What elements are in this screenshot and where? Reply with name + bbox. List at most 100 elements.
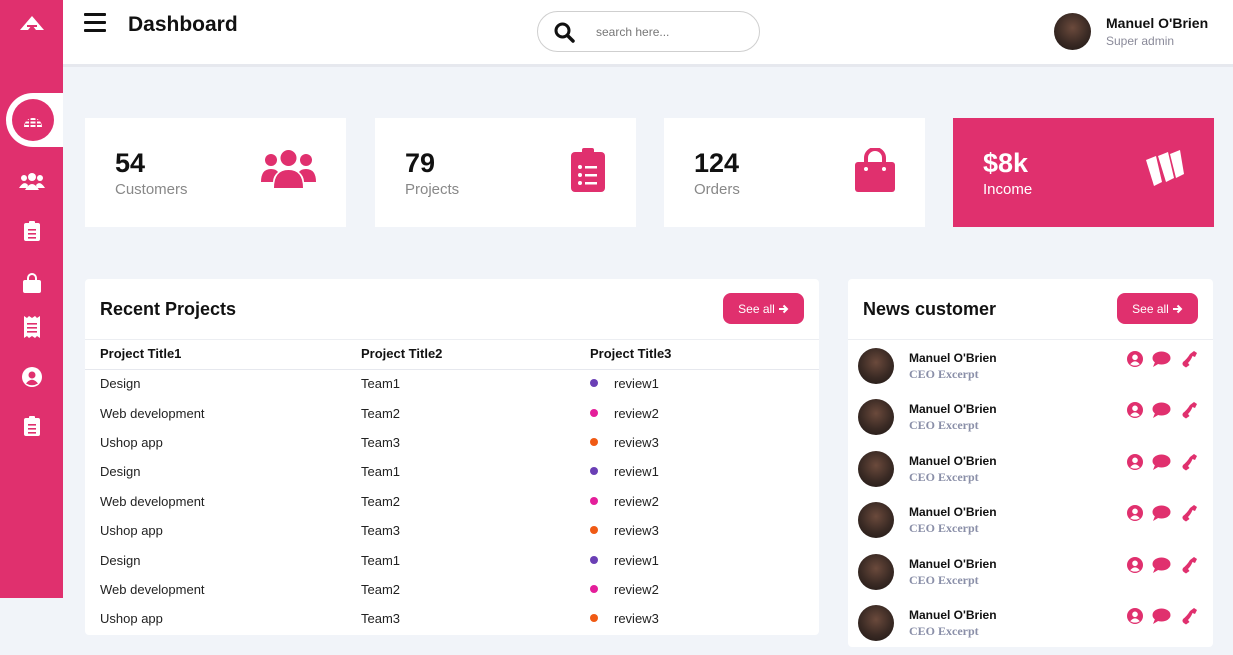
customer-name: Manuel O'Brien bbox=[909, 453, 997, 468]
table-row[interactable]: Web development Team2 review2 bbox=[85, 398, 819, 427]
phone-icon[interactable] bbox=[1180, 350, 1198, 368]
top-header: Dashboard Manuel O'Brien Super admin bbox=[63, 0, 1233, 67]
stat-card-income[interactable]: $8k Income bbox=[953, 118, 1214, 227]
project-title2-cell: Team2 bbox=[361, 405, 401, 421]
recent-projects-panel: Recent Projects See all Project Title1 P… bbox=[85, 279, 819, 635]
chat-icon[interactable] bbox=[1152, 454, 1171, 470]
sidebar bbox=[0, 0, 63, 598]
user-role: Super admin bbox=[1106, 34, 1175, 48]
customer-name: Manuel O'Brien bbox=[909, 351, 997, 365]
review-label: review3 bbox=[614, 434, 659, 450]
arrow-right-icon bbox=[778, 304, 789, 313]
table-row[interactable]: Ushop app Team3 review3 bbox=[85, 516, 819, 545]
phone-icon[interactable] bbox=[1180, 607, 1198, 625]
project-title1-cell: Design bbox=[100, 376, 141, 392]
chat-icon[interactable] bbox=[1152, 351, 1171, 367]
customer-name: Manuel O'Brien bbox=[909, 608, 997, 622]
projects-table: Project Title1 Project Title2 Project Ti… bbox=[85, 339, 819, 634]
table-row[interactable]: Design Team1 review1 bbox=[85, 457, 819, 486]
table-row[interactable]: Design Team1 review1 bbox=[85, 369, 819, 398]
chat-icon[interactable] bbox=[1152, 505, 1171, 522]
search-input[interactable] bbox=[596, 23, 746, 41]
chat-icon[interactable] bbox=[1152, 557, 1171, 573]
profile-icon[interactable] bbox=[1127, 608, 1143, 624]
sidebar-item-reports[interactable] bbox=[0, 413, 63, 439]
menu-icon-bar bbox=[84, 21, 106, 24]
project-title1-cell: Ushop app bbox=[100, 523, 163, 539]
list-item[interactable]: Manuel O'Brien CEO Excerpt bbox=[848, 598, 1213, 649]
project-title3-cell: review2 bbox=[590, 487, 819, 516]
list-item[interactable]: Manuel O'Brien CEO Excerpt bbox=[848, 547, 1213, 598]
search-icon[interactable] bbox=[554, 22, 575, 43]
stat-card-customers[interactable]: 54 Customers bbox=[85, 118, 346, 227]
project-title2-cell: Team3 bbox=[361, 523, 401, 539]
search-box[interactable] bbox=[537, 11, 760, 52]
customer-title: CEO Excerpt bbox=[909, 469, 979, 484]
users-icon bbox=[261, 150, 316, 188]
table-row[interactable]: Ushop app Team3 review3 bbox=[85, 428, 819, 457]
customer-title: CEO Excerpt bbox=[909, 367, 979, 381]
stat-number: 54 bbox=[115, 148, 146, 178]
column-header[interactable]: Project Title3 bbox=[590, 339, 819, 370]
recent-projects-see-all-button[interactable]: See all bbox=[723, 293, 804, 324]
shopping-bag-icon bbox=[855, 148, 895, 192]
phone-icon[interactable] bbox=[1180, 504, 1198, 522]
project-title2-cell: Team1 bbox=[361, 376, 401, 392]
profile-icon[interactable] bbox=[1127, 402, 1143, 419]
profile-icon[interactable] bbox=[1127, 453, 1143, 470]
chat-icon[interactable] bbox=[1152, 402, 1171, 419]
stat-card-projects[interactable]: 79 Projects bbox=[375, 118, 636, 227]
status-dot bbox=[590, 496, 598, 505]
avatar bbox=[858, 348, 894, 384]
table-row[interactable]: Web development Team2 review2 bbox=[85, 487, 819, 516]
review-label: review1 bbox=[614, 376, 659, 392]
brand-logo-icon bbox=[19, 16, 44, 30]
customer-actions bbox=[1127, 453, 1198, 471]
project-title1-cell: Web development bbox=[100, 405, 205, 421]
news-customer-see-all-button[interactable]: See all bbox=[1117, 293, 1198, 324]
column-header[interactable]: Project Title2 bbox=[361, 339, 590, 370]
project-title1-cell: Ushop app bbox=[100, 611, 163, 627]
status-dot bbox=[590, 555, 598, 564]
stat-card-orders[interactable]: 124 Orders bbox=[664, 118, 925, 227]
column-header[interactable]: Project Title1 bbox=[85, 339, 361, 370]
phone-icon[interactable] bbox=[1180, 453, 1198, 471]
customer-actions bbox=[1127, 556, 1198, 574]
avatar bbox=[858, 605, 894, 641]
list-item[interactable]: Manuel O'Brien CEO Excerpt bbox=[848, 444, 1213, 495]
profile-icon[interactable] bbox=[1127, 556, 1143, 573]
profile-icon[interactable] bbox=[1127, 505, 1143, 522]
profile-icon[interactable] bbox=[1127, 351, 1143, 367]
table-row[interactable]: Design Team1 review1 bbox=[85, 545, 819, 574]
table-row[interactable]: Web development Team2 review2 bbox=[85, 575, 819, 604]
status-dot bbox=[590, 379, 598, 388]
sidebar-item-receipts[interactable] bbox=[0, 314, 63, 340]
sidebar-item-orders[interactable] bbox=[0, 270, 63, 296]
brand-logo[interactable] bbox=[0, 8, 63, 38]
customer-actions bbox=[1127, 350, 1198, 368]
list-item[interactable]: Manuel O'Brien CEO Excerpt bbox=[848, 392, 1213, 443]
list-item[interactable]: Manuel O'Brien CEO Excerpt bbox=[848, 341, 1213, 392]
phone-icon[interactable] bbox=[1180, 401, 1198, 419]
table-row[interactable]: Ushop app Team3 review3 bbox=[85, 604, 819, 633]
sidebar-item-projects[interactable] bbox=[0, 218, 63, 244]
sidebar-item-profile[interactable] bbox=[0, 364, 63, 390]
avatar bbox=[858, 502, 894, 539]
phone-icon[interactable] bbox=[1180, 556, 1198, 574]
project-title3-cell: review1 bbox=[590, 369, 819, 398]
list-item[interactable]: Manuel O'Brien CEO Excerpt bbox=[848, 495, 1213, 546]
customer-actions bbox=[1127, 607, 1198, 625]
project-title1-cell: Design bbox=[100, 464, 141, 480]
customer-actions bbox=[1127, 504, 1198, 522]
wallet-icon bbox=[1146, 150, 1184, 186]
chat-icon[interactable] bbox=[1152, 608, 1171, 624]
status-dot bbox=[590, 526, 598, 535]
customer-title: CEO Excerpt bbox=[909, 624, 979, 638]
project-title1-cell: Ushop app bbox=[100, 434, 163, 450]
project-title2-cell: Team3 bbox=[361, 434, 401, 450]
sidebar-item-customers[interactable] bbox=[0, 168, 63, 194]
menu-toggle-button[interactable] bbox=[84, 13, 106, 33]
sidebar-item-home[interactable] bbox=[6, 93, 63, 147]
stat-label: Projects bbox=[405, 181, 460, 198]
user-avatar[interactable] bbox=[1054, 13, 1091, 50]
